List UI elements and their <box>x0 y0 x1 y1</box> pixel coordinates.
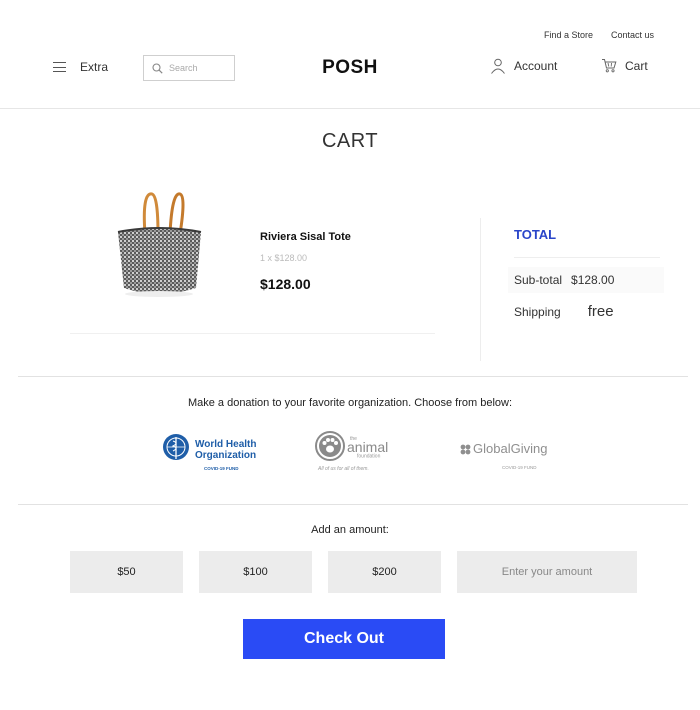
custom-amount-input[interactable] <box>457 566 637 578</box>
total-divider <box>514 257 660 258</box>
gg-name: GlobalGiving <box>473 441 547 456</box>
subtotal-value: $128.00 <box>571 273 615 287</box>
who-emblem-icon: World Health Organization COVID-19 FUND <box>163 434 256 471</box>
account-label: Account <box>514 59 558 73</box>
gg-sub: COVID-19 FUND <box>502 465 537 470</box>
animal-name-post: foundation <box>357 454 381 460</box>
amount-label: Add an amount: <box>311 524 389 536</box>
header: Extra POSH Account Cart <box>0 52 700 86</box>
donation-prompt: Make a donation to your favorite organiz… <box>187 397 513 409</box>
product-price: $128.00 <box>260 276 311 292</box>
amount-50-button[interactable]: $50 <box>70 551 183 593</box>
checkout-button[interactable]: Check Out <box>243 619 445 659</box>
paw-icon: the animal foundation All of us for all … <box>315 431 388 472</box>
vertical-divider <box>480 218 481 361</box>
total-heading: TOTAL <box>514 227 557 242</box>
org-globalgiving-logo[interactable]: GlobalGiving COVID-19 FUND <box>458 438 558 472</box>
who-sub: COVID-19 FUND <box>204 466 239 471</box>
product-name[interactable]: Riviera Sisal Tote <box>260 231 351 243</box>
product-quantity: 1 x $128.00 <box>260 253 308 263</box>
header-divider <box>0 108 700 109</box>
cart-link[interactable]: Cart <box>601 58 648 73</box>
animal-tagline: All of us for all of them. <box>317 466 369 472</box>
menu-button[interactable]: Extra <box>53 60 113 74</box>
amount-100-button[interactable]: $100 <box>199 551 312 593</box>
subtotal-row: Sub-total $128.00 <box>508 267 664 293</box>
shipping-value: free <box>587 303 614 320</box>
subtotal-label: Sub-total <box>514 273 563 287</box>
org-animal-foundation-logo[interactable]: the animal foundation All of us for all … <box>314 430 404 474</box>
find-store-link[interactable]: Find a Store <box>544 30 593 40</box>
cart-label: Cart <box>625 58 648 73</box>
search-icon <box>152 62 163 74</box>
amount-200-button[interactable]: $200 <box>328 551 441 593</box>
search-input[interactable] <box>169 63 229 73</box>
contact-us-link[interactable]: Contact us <box>611 30 654 40</box>
top-links: Find a Store Contact us <box>544 30 654 40</box>
item-divider <box>70 333 435 334</box>
site-logo[interactable]: POSH <box>322 57 378 78</box>
who-name-line1: World Health <box>195 439 256 450</box>
custom-amount-box[interactable] <box>457 551 637 593</box>
who-name-line2: Organization <box>195 450 256 461</box>
product-image[interactable] <box>112 188 207 300</box>
search-box[interactable] <box>143 55 235 81</box>
user-icon <box>491 58 505 74</box>
menu-label: Extra <box>80 60 109 74</box>
globalgiving-icon: GlobalGiving COVID-19 FUND <box>460 441 547 470</box>
org-who-logo[interactable]: World Health Organization COVID-19 FUND <box>160 432 260 474</box>
cart-icon <box>602 59 617 73</box>
section-divider <box>18 376 688 377</box>
section-divider-2 <box>18 504 688 505</box>
shipping-label: Shipping <box>514 305 561 319</box>
page-title: CART <box>321 130 379 152</box>
hamburger-icon <box>53 62 66 73</box>
shipping-row: Shipping free <box>514 303 614 320</box>
account-link[interactable]: Account <box>490 58 557 74</box>
